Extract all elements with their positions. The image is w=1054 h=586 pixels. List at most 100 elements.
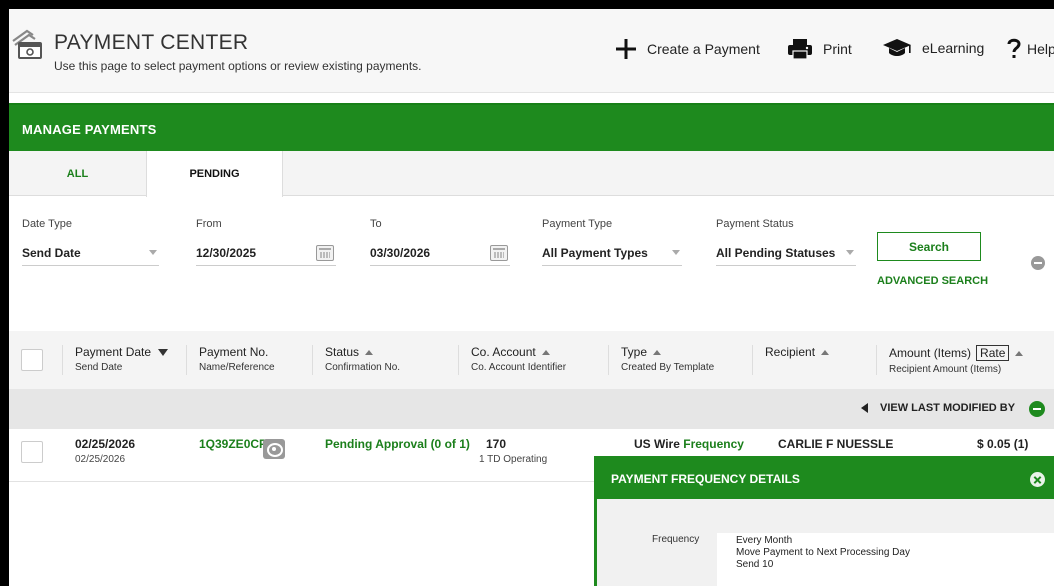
create-payment-button[interactable]: Create a Payment: [615, 38, 760, 60]
chevron-down-icon: [149, 250, 157, 255]
col-status-label: Status: [325, 345, 360, 359]
payment-type-select[interactable]: All Payment Types: [542, 240, 682, 266]
amount: $ 0.05 (1): [977, 437, 1029, 451]
col-recipient-amount-label: Recipient Amount (Items): [889, 364, 1002, 375]
sort-asc-icon: [365, 349, 374, 355]
frequency-label: Frequency: [652, 534, 700, 545]
status-link[interactable]: Pending Approval (0 of 1): [325, 437, 470, 451]
payment-center-icon: [11, 27, 45, 67]
frequency-line: Send 10: [736, 559, 774, 570]
sort-asc-icon: [1015, 350, 1024, 356]
col-payment-no-label: Payment No.: [199, 345, 269, 359]
payment-date: 02/25/2026: [75, 437, 136, 451]
col-recipient[interactable]: Recipient: [752, 345, 876, 375]
view-last-modified-bar: VIEW LAST MODIFIED BY: [9, 389, 1054, 429]
help-button[interactable]: Help: [1007, 38, 1054, 60]
payment-type-value: All Payment Types: [542, 245, 648, 260]
col-created-by-template-label: Created By Template: [621, 362, 715, 373]
table-header: Payment Date Send Date Payment No. Name/…: [9, 331, 1054, 389]
popup-body: Frequency Every Month Move Payment to Ne…: [597, 499, 1054, 586]
elearning-button[interactable]: eLearning: [882, 38, 984, 58]
printer-icon: [787, 38, 813, 60]
to-label: To: [370, 218, 382, 230]
from-date-field[interactable]: 12/30/2025: [196, 240, 336, 266]
col-payment-no[interactable]: Payment No. Name/Reference: [186, 345, 312, 375]
col-status[interactable]: Status Confirmation No.: [312, 345, 458, 375]
search-button[interactable]: Search: [877, 232, 981, 261]
rate-toggle-button[interactable]: Rate: [976, 345, 1010, 361]
payment-status-value: All Pending Statuses: [716, 245, 836, 260]
collapse-icon[interactable]: [1029, 401, 1045, 417]
co-account: 170: [486, 437, 507, 451]
calendar-icon[interactable]: [490, 244, 508, 261]
advanced-search-link[interactable]: ADVANCED SEARCH: [877, 275, 988, 287]
page-title: PAYMENT CENTER: [54, 31, 249, 54]
payment-type-label: Payment Type: [542, 218, 613, 230]
triangle-left-icon: [861, 403, 868, 413]
col-payment-date[interactable]: Payment Date Send Date: [62, 345, 186, 375]
payment-status-label: Payment Status: [716, 218, 794, 230]
manage-payments-bar: MANAGE PAYMENTS: [9, 103, 1054, 151]
sort-asc-icon: [821, 349, 830, 355]
col-co-account-label: Co. Account: [471, 345, 536, 359]
sort-asc-icon: [653, 349, 662, 355]
manage-payments-title: MANAGE PAYMENTS: [22, 122, 157, 137]
col-name-reference-label: Name/Reference: [199, 362, 275, 373]
col-send-date-label: Send Date: [75, 362, 123, 373]
collapse-filters-icon[interactable]: [1031, 256, 1045, 270]
payment-tabs: ALL PENDING: [9, 151, 1054, 197]
tab-pending[interactable]: PENDING: [146, 151, 283, 197]
calendar-icon[interactable]: [316, 244, 334, 261]
plus-icon: [615, 38, 637, 60]
sort-desc-icon: [158, 348, 169, 356]
send-date: 02/25/2026: [75, 454, 126, 465]
close-icon[interactable]: [1030, 472, 1045, 487]
print-button[interactable]: Print: [787, 38, 852, 60]
frequency-link[interactable]: Frequency: [683, 437, 744, 451]
sort-asc-icon: [541, 349, 550, 355]
select-all-checkbox[interactable]: [21, 349, 43, 371]
frequency-line: Every Month: [736, 535, 793, 546]
co-account-cell: 170 1 TD Operating: [479, 437, 547, 465]
col-recipient-label: Recipient: [765, 345, 816, 359]
page-subtitle: Use this page to select payment options …: [54, 59, 422, 73]
elearning-label: eLearning: [922, 40, 985, 56]
app-frame: PAYMENT CENTER Use this page to select p…: [0, 0, 1054, 586]
col-type[interactable]: Type Created By Template: [608, 345, 752, 375]
tab-all[interactable]: ALL: [9, 151, 146, 196]
col-co-account[interactable]: Co. Account Co. Account Identifier: [458, 345, 608, 375]
graduation-cap-icon: [882, 38, 912, 58]
from-date-value: 12/30/2025: [196, 245, 257, 260]
co-account-identifier: 1 TD Operating: [479, 454, 548, 465]
col-payment-date-label: Payment Date: [75, 345, 152, 359]
col-amount[interactable]: Amount (Items) Rate Recipient Amount (Ite…: [876, 345, 1054, 375]
col-confirmation-label: Confirmation No.: [325, 362, 401, 373]
to-date-field[interactable]: 03/30/2026: [370, 240, 510, 266]
view-last-modified-label: VIEW LAST MODIFIED BY: [880, 402, 1016, 414]
payment-status-select[interactable]: All Pending Statuses: [716, 240, 856, 266]
view-last-modified-toggle[interactable]: VIEW LAST MODIFIED BY: [861, 402, 1015, 414]
date-type-select[interactable]: Send Date: [22, 240, 159, 266]
payment-frequency-popup: PAYMENT FREQUENCY DETAILS Frequency Ever…: [594, 456, 1054, 586]
col-co-account-identifier-label: Co. Account Identifier: [471, 362, 567, 373]
frequency-details: Every Month Move Payment to Next Process…: [717, 533, 1054, 586]
print-label: Print: [823, 41, 852, 57]
question-icon: [1007, 38, 1021, 60]
payment-date-cell: 02/25/2026 02/25/2026: [75, 437, 135, 465]
page-header: PAYMENT CENTER Use this page to select p…: [9, 9, 1054, 93]
help-label: Help: [1027, 41, 1054, 57]
col-amount-label: Amount (Items): [889, 346, 972, 360]
popup-header: PAYMENT FREQUENCY DETAILS: [597, 459, 1054, 499]
date-type-label: Date Type: [22, 218, 72, 230]
col-type-label: Type: [621, 345, 648, 359]
create-payment-label: Create a Payment: [647, 41, 760, 57]
from-label: From: [196, 218, 222, 230]
chevron-down-icon: [672, 250, 680, 255]
chevron-down-icon: [846, 250, 854, 255]
recipient: CARLIE F NUESSLE: [778, 437, 894, 451]
payment-type: US Wire: [634, 437, 680, 451]
row-checkbox[interactable]: [21, 441, 43, 463]
eye-icon[interactable]: [263, 439, 285, 459]
frequency-line: Move Payment to Next Processing Day: [736, 547, 910, 558]
to-date-value: 03/30/2026: [370, 245, 431, 260]
